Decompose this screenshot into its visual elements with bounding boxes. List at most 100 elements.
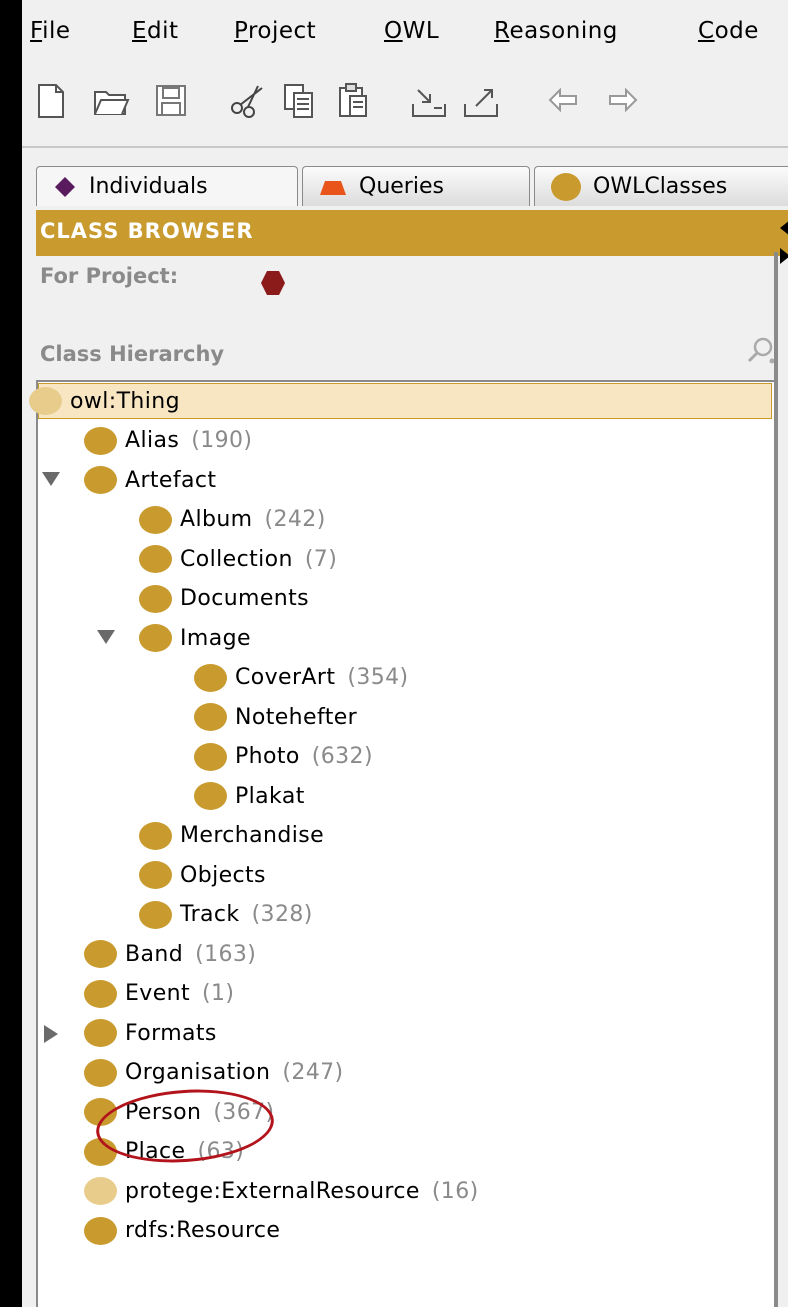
toolbar bbox=[22, 68, 788, 142]
class-circle-icon bbox=[84, 1216, 117, 1245]
menu-edit[interactable]: Edit bbox=[132, 18, 179, 44]
class-circle-icon bbox=[139, 624, 172, 652]
tab-strip: Individuals Queries OWLClasses bbox=[22, 160, 788, 210]
tree-node-label: owl:Thing bbox=[70, 388, 180, 414]
toolbar-separator bbox=[22, 146, 788, 148]
tree-node-label: CoverArt bbox=[235, 665, 336, 690]
class-circle-icon bbox=[84, 979, 117, 1008]
tree-node-label: protege:ExternalResource bbox=[125, 1178, 420, 1204]
expand-toggle-icon[interactable] bbox=[44, 1025, 58, 1043]
purple-diamond-icon bbox=[55, 176, 75, 197]
class-circle-icon bbox=[194, 782, 227, 810]
tree-node-label: rdfs:Resource bbox=[125, 1218, 281, 1243]
tree-node[interactable]: CoverArt (354) bbox=[194, 660, 409, 696]
class-browser-header: CLASS BROWSER bbox=[36, 210, 788, 256]
tree-node-label: Alias bbox=[125, 428, 180, 453]
menu-code[interactable]: Code bbox=[698, 18, 759, 44]
tab-owlclasses[interactable]: OWLClasses bbox=[534, 166, 788, 206]
class-circle-icon bbox=[194, 663, 227, 692]
menu-reasoning[interactable]: Reasoning bbox=[494, 18, 618, 44]
tree-node-label: Band bbox=[125, 941, 184, 967]
import-icon[interactable] bbox=[410, 82, 448, 120]
instance-count: (247) bbox=[282, 1060, 344, 1085]
instance-count: (354) bbox=[347, 665, 409, 690]
export-icon[interactable] bbox=[462, 82, 500, 120]
collapse-toggle-icon[interactable] bbox=[42, 472, 60, 486]
tree-node-label: Documents bbox=[180, 586, 310, 611]
cut-scissors-icon[interactable] bbox=[228, 82, 266, 120]
class-circle-icon bbox=[194, 742, 227, 771]
class-circle-icon bbox=[84, 1058, 117, 1087]
tree-node[interactable]: Event (1) bbox=[84, 976, 234, 1012]
tree-node-label: Organisation bbox=[125, 1060, 271, 1085]
tree-node[interactable]: Objects bbox=[139, 857, 266, 893]
class-circle-icon bbox=[84, 426, 117, 455]
class-circle-icon bbox=[29, 387, 62, 415]
tree-node[interactable]: Notehefter bbox=[194, 699, 357, 735]
class-circle-icon bbox=[139, 584, 172, 613]
copy-icon[interactable] bbox=[280, 82, 318, 120]
tree-node-label: Image bbox=[180, 625, 251, 651]
tree-node[interactable]: Image bbox=[139, 620, 251, 656]
tab-individuals[interactable]: Individuals bbox=[36, 166, 298, 206]
tree-node-label: Objects bbox=[180, 862, 266, 888]
menu-owl[interactable]: OWL bbox=[384, 18, 439, 44]
class-circle-icon bbox=[84, 940, 117, 968]
undo-icon[interactable] bbox=[546, 82, 584, 120]
menu-bar: File Edit Project OWL Reasoning Code bbox=[22, 0, 788, 68]
orange-triangle-icon bbox=[320, 180, 346, 195]
class-circle-icon bbox=[139, 505, 172, 534]
tree-node-label: Formats bbox=[125, 1020, 217, 1046]
tree-node[interactable]: Plakat bbox=[194, 778, 305, 814]
class-circle-icon bbox=[84, 466, 117, 494]
tree-node-label: Album bbox=[180, 507, 253, 532]
tree-node[interactable]: Band (163) bbox=[84, 936, 256, 972]
for-project-label: For Project: bbox=[40, 264, 179, 288]
tree-node[interactable]: Alias (190) bbox=[84, 423, 252, 459]
instance-count: (190) bbox=[191, 428, 253, 453]
splitter-arrows-icon[interactable] bbox=[778, 218, 788, 270]
tree-node[interactable]: protege:ExternalResource (16) bbox=[84, 1173, 479, 1209]
tree-node-label: Plakat bbox=[235, 783, 305, 809]
redo-icon[interactable] bbox=[602, 82, 640, 120]
tree-node[interactable]: Documents bbox=[139, 581, 309, 617]
collapse-toggle-icon[interactable] bbox=[97, 630, 115, 644]
menu-file[interactable]: File bbox=[30, 18, 71, 44]
class-circle-icon bbox=[139, 900, 172, 929]
tree-panel-border bbox=[774, 252, 778, 1307]
instance-count: (16) bbox=[431, 1178, 479, 1204]
tree-node[interactable]: Artefact bbox=[84, 462, 216, 498]
instance-count: (7) bbox=[304, 546, 338, 572]
tree-node[interactable]: Collection (7) bbox=[139, 541, 337, 577]
tree-node-label: Event bbox=[125, 981, 191, 1006]
instance-count: (1) bbox=[202, 981, 235, 1006]
tree-node[interactable]: Photo (632) bbox=[194, 739, 373, 775]
tab-queries[interactable]: Queries bbox=[302, 166, 530, 206]
tree-node[interactable]: Organisation (247) bbox=[84, 1055, 344, 1091]
open-folder-icon[interactable] bbox=[92, 82, 130, 120]
tree-node[interactable]: owl:Thing bbox=[29, 383, 772, 419]
tree-node[interactable]: Album (242) bbox=[139, 502, 326, 538]
tree-node[interactable]: rdfs:Resource bbox=[84, 1213, 280, 1249]
tree-node-label: Collection bbox=[180, 546, 293, 572]
class-hierarchy-tree[interactable]: owl:Thing Alias (190) Artefact Album (242) Col… bbox=[29, 380, 774, 1307]
paste-icon[interactable] bbox=[334, 82, 372, 120]
class-circle-icon bbox=[84, 1019, 117, 1047]
tree-node-label: Notehefter bbox=[235, 704, 358, 730]
class-circle-icon bbox=[139, 821, 172, 850]
tree-node-label: Merchandise bbox=[180, 823, 325, 848]
class-circle-icon bbox=[139, 545, 172, 573]
tree-node[interactable]: Track (328) bbox=[139, 897, 313, 933]
gold-circle-icon bbox=[551, 172, 581, 201]
instance-count: (242) bbox=[264, 507, 326, 532]
find-class-icon[interactable] bbox=[746, 336, 776, 366]
tree-node-label: Artefact bbox=[125, 467, 217, 493]
tree-node[interactable]: Formats bbox=[84, 1015, 217, 1051]
class-circle-icon bbox=[84, 1177, 117, 1205]
class-circle-icon bbox=[139, 861, 172, 889]
new-file-icon[interactable] bbox=[32, 82, 70, 120]
instance-count: (328) bbox=[251, 902, 313, 927]
tree-node[interactable]: Merchandise bbox=[139, 818, 324, 854]
save-disk-icon[interactable] bbox=[152, 82, 190, 120]
menu-project[interactable]: Project bbox=[234, 18, 316, 44]
